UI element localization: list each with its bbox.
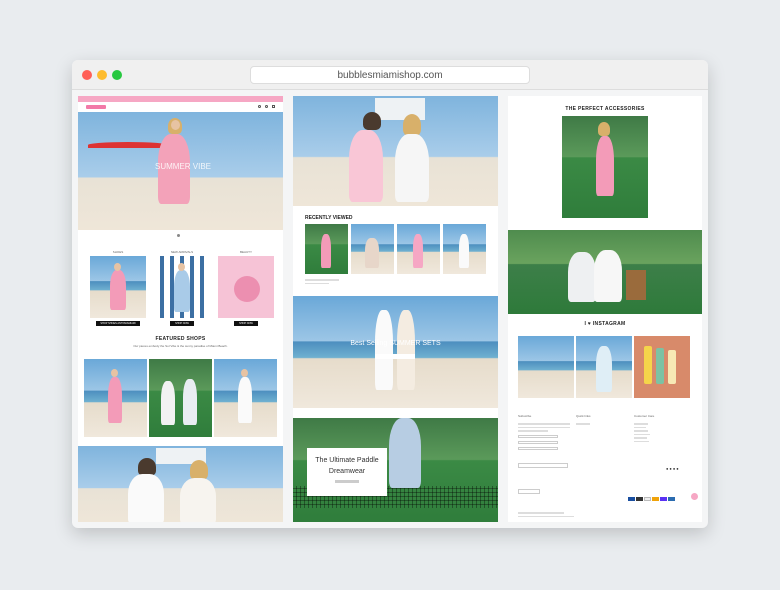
featured-shops-title: FEATURED SHOPS [155,336,206,342]
best-selling-text: Best Selling SUMMER SETS [350,340,441,347]
payment-icon [628,497,635,501]
subscribe-field[interactable] [518,440,558,444]
instagram-post-3[interactable] [634,336,690,398]
account-icon[interactable] [265,105,268,108]
chat-icon[interactable] [691,493,698,500]
close-window-button[interactable] [82,70,92,80]
column-collections: RECENTLY VIEWED Best Selling SUMMER SETS… [293,96,498,522]
recently-viewed-title: RECENTLY VIEWED [305,215,353,221]
accessories-title: THE PERFECT ACCESSORIES [565,106,645,112]
featured-shops-subtitle: Our pieces embody the Sol Vibe & the sun… [133,344,228,348]
slider-dot[interactable] [177,234,180,237]
search-icon[interactable] [258,105,261,108]
recent-product-1[interactable] [305,224,348,274]
payment-icons [628,488,694,501]
browser-window: bubblesmiamishop.com SUMMER VIBE SHOES N… [72,60,708,528]
promo-image-beauty[interactable] [218,256,274,318]
promo-image-shoes[interactable] [90,256,146,318]
subscribe-field[interactable] [518,446,558,450]
shop-new-arrivals-button[interactable]: SHOP NOW [170,321,194,326]
footer-customer-care-heading: Customer Care [634,414,655,418]
payment-icon [660,497,667,501]
currency-select[interactable] [518,489,540,494]
screenshots-grid: SUMMER VIBE SHOES NEW ARRIVALS BEAUTY SH… [78,96,702,522]
minimize-window-button[interactable] [97,70,107,80]
collection-hero[interactable] [293,96,498,206]
footer-subscribe-heading: Subscribe [518,414,532,418]
paddle-card: The Ultimate Paddle Dreamwear [307,448,387,496]
copyright [518,510,578,519]
payment-icon [636,497,643,501]
announcement-bar [78,96,283,102]
subscribe-form [518,421,570,453]
subscribe-field[interactable] [518,434,558,438]
shop-shoes-button[interactable]: SHOP SHOES ANTONIAMIAMI [96,321,140,326]
shop-beauty-button[interactable]: SHOP NOW [234,321,258,326]
maximize-window-button[interactable] [112,70,122,80]
featured-shop-image-1[interactable] [84,359,147,437]
umbrella [88,142,168,148]
address-bar[interactable]: bubblesmiamishop.com [250,66,530,84]
payment-icon [668,497,675,501]
paddle-banner[interactable]: The Ultimate Paddle Dreamwear [293,418,498,522]
customer-care-list [634,421,664,444]
promo-label-beauty: BEAUTY [239,250,252,254]
paddle-title: The Ultimate Paddle Dreamwear [315,457,379,475]
payment-icon [652,497,659,501]
promo-image-new-arrivals[interactable] [154,256,210,318]
recent-product-4[interactable] [443,224,486,274]
column-home: SUMMER VIBE SHOES NEW ARRIVALS BEAUTY SH… [78,96,283,522]
lifestyle-banner[interactable] [78,446,283,522]
featured-shop-image-2[interactable] [149,359,212,437]
hero-text: SUMMER VIBE [154,162,211,171]
recent-product-2[interactable] [351,224,394,274]
instagram-title: I ♥ INSTAGRAM [584,321,626,327]
recent-product-3[interactable] [397,224,440,274]
social-icons: ●●●● [666,466,680,471]
country-select[interactable] [518,463,568,468]
footer-quick-links-heading: Quick links [576,414,591,418]
lifestyle-court-image[interactable] [508,230,702,314]
instagram-post-1[interactable] [518,336,574,398]
recent-product-meta [305,277,486,286]
hero-banner[interactable]: SUMMER VIBE [78,112,283,230]
quick-links-list [576,421,606,427]
promo-label-shoes: SHOES [112,250,124,254]
cart-icon[interactable] [272,105,275,108]
best-selling-banner[interactable]: Best Selling SUMMER SETS [293,296,498,408]
title-bar: bubblesmiamishop.com [72,60,708,90]
best-selling-button[interactable] [375,354,415,359]
logo [86,105,106,109]
payment-icon [644,497,651,501]
instagram-post-2[interactable] [576,336,632,398]
paddle-button[interactable] [335,480,359,483]
promo-label-new-arrivals: NEW ARRIVALS [170,250,194,254]
featured-shop-image-3[interactable] [214,359,277,437]
youtube-icon[interactable]: ● [676,466,679,471]
column-accessories: THE PERFECT ACCESSORIES I ♥ INSTAGRAM Su… [508,96,702,522]
accessories-image[interactable] [562,116,648,218]
